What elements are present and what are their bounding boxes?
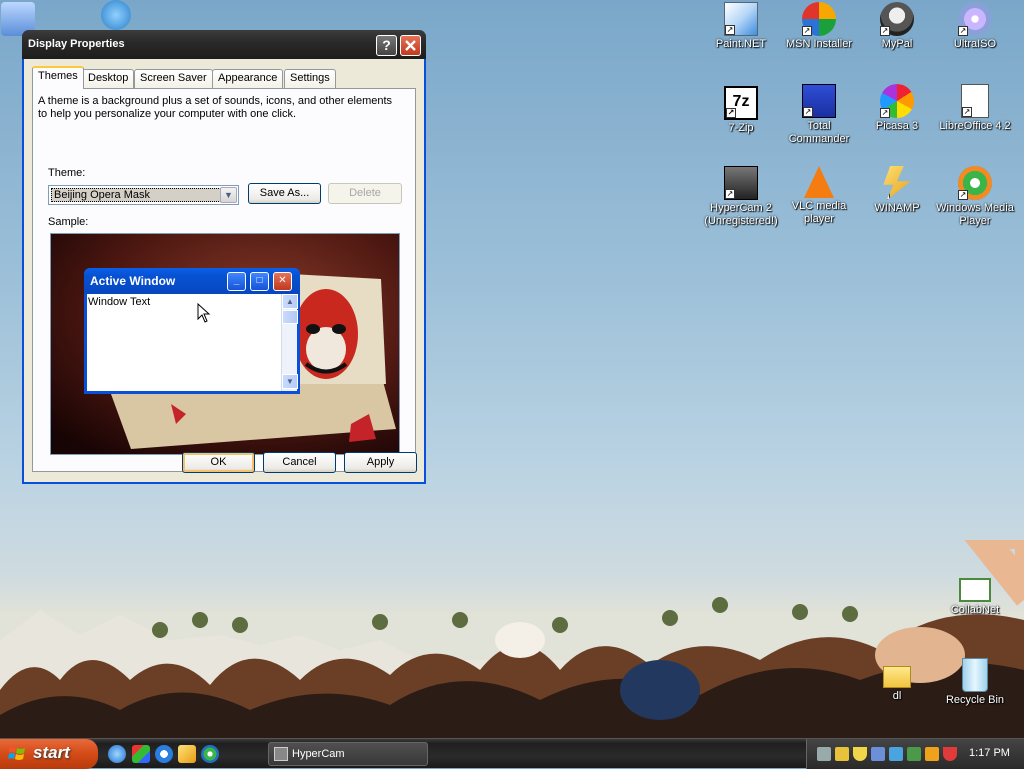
dialog-body: Themes Desktop Screen Saver Appearance S…: [24, 59, 424, 482]
sample-window-title: Active Window: [90, 274, 176, 288]
windows-logo-icon: [8, 747, 25, 760]
desktop-icon-msn-installer[interactable]: ↗ MSN Installer: [779, 2, 859, 51]
ie-blue-icon[interactable]: [155, 745, 173, 763]
delete-button[interactable]: Delete: [328, 183, 402, 204]
sample-label: Sample:: [48, 216, 89, 228]
dropdown-arrow-icon[interactable]: ▼: [220, 187, 237, 203]
winamp-tray-icon[interactable]: [925, 747, 939, 761]
sample-active-window: Active Window _ □ ✕ Window Text ▲ ▼: [84, 268, 300, 394]
key-tray-icon[interactable]: [835, 747, 849, 761]
collabnet-icon: [959, 578, 991, 602]
theme-selected-value: Beijing Opera Mask: [51, 188, 221, 202]
total-commander-icon: ↗: [802, 84, 836, 118]
desktop-icon-libreoffice[interactable]: ↗ LibreOffice 4.2: [935, 84, 1015, 133]
wmp-icon: ↗: [958, 166, 992, 200]
desktop-icon-hypercam[interactable]: ↗ HyperCam 2 (Unregistered!): [701, 166, 781, 228]
hypercam-icon: ↗: [724, 166, 758, 200]
tab-appearance[interactable]: Appearance: [212, 69, 284, 88]
desktop-icon-wmp[interactable]: ↗ Windows Media Player: [935, 166, 1015, 228]
tab-settings[interactable]: Settings: [284, 69, 336, 88]
internet-explorer-icon[interactable]: [108, 745, 126, 763]
display-tray-icon[interactable]: [889, 747, 903, 761]
theme-select[interactable]: Beijing Opera Mask ▼: [48, 185, 239, 205]
desktop-icon-7zip[interactable]: 7z ↗ 7-Zip: [701, 86, 781, 135]
msn-icon: ↗: [802, 2, 836, 36]
winamp-quicklaunch-icon[interactable]: [178, 745, 196, 763]
taskbar: start HyperCam 1:17 PM: [0, 738, 1024, 769]
monitor-tray-icon[interactable]: [871, 747, 885, 761]
desktop-icon-collabnet[interactable]: CollabNet: [935, 578, 1015, 617]
wallpaper-crowd: [0, 540, 1024, 740]
hypercam-task-icon: [274, 747, 288, 761]
sample-title-bar: Active Window _ □ ✕: [84, 268, 300, 294]
help-button[interactable]: ?: [376, 35, 397, 56]
connection-tray-icon[interactable]: [907, 747, 921, 761]
start-button[interactable]: start: [0, 739, 98, 769]
ok-button[interactable]: OK: [182, 452, 255, 473]
folder-icon: [883, 666, 911, 688]
scroll-thumb: [282, 310, 298, 324]
start-label: start: [33, 743, 70, 762]
cancel-button[interactable]: Cancel: [263, 452, 336, 473]
desktop-icon-recycle-bin[interactable]: Recycle Bin: [935, 658, 1015, 707]
winamp-icon: ↗: [883, 166, 911, 200]
picasa-icon: ↗: [880, 84, 914, 118]
window-title: Display Properties: [28, 38, 125, 50]
close-button[interactable]: [400, 35, 421, 56]
clock: 1:17 PM: [969, 747, 1010, 759]
theme-description: A theme is a background plus a set of so…: [38, 95, 393, 120]
desktop-icon-winamp[interactable]: ↗ WINAMP: [857, 166, 937, 215]
sample-scrollbar: ▲ ▼: [281, 294, 298, 391]
theme-sample-preview: Active Window _ □ ✕ Window Text ▲ ▼: [50, 233, 400, 455]
media-player-quicklaunch-icon[interactable]: [201, 745, 219, 763]
paint-icon[interactable]: [132, 745, 150, 763]
taskbar-item-hypercam[interactable]: HyperCam: [268, 742, 428, 766]
7zip-icon: 7z ↗: [724, 86, 758, 120]
security-tray-icon[interactable]: [943, 747, 957, 761]
system-tray: 1:17 PM: [806, 739, 1024, 769]
vlc-icon: [804, 166, 834, 198]
sample-window-text: Window Text: [88, 296, 151, 308]
desktop-icon-vlc[interactable]: VLC media player: [779, 166, 859, 226]
tab-desktop[interactable]: Desktop: [82, 69, 135, 88]
recycle-bin-icon: [962, 658, 988, 692]
title-bar[interactable]: Display Properties ?: [22, 30, 426, 59]
desktop-icon-total-commander[interactable]: ↗ Total Commander: [779, 84, 859, 146]
desktop-icon-picasa[interactable]: ↗ Picasa 3: [857, 84, 937, 133]
save-as-button[interactable]: Save As...: [248, 183, 321, 204]
close-icon: ✕: [273, 272, 292, 291]
mouse-cursor-icon: [197, 303, 211, 323]
scroll-up-icon: ▲: [282, 294, 298, 309]
shield-tray-icon[interactable]: [853, 747, 867, 761]
network-icon: [101, 0, 131, 30]
desktop-icon-mypal[interactable]: ↗ MyPal: [857, 2, 937, 51]
ultraiso-icon: ↗: [958, 2, 992, 36]
close-icon: [405, 40, 416, 51]
scroll-down-icon: ▼: [282, 374, 298, 389]
desktop-icon-network[interactable]: [76, 0, 156, 32]
network-tray-icon[interactable]: [817, 747, 831, 761]
minimize-icon: _: [227, 272, 246, 291]
sample-window-body: Window Text ▲ ▼: [87, 294, 298, 391]
desktop-icon-dl[interactable]: dl: [857, 660, 937, 703]
desktop-icon-ultraiso[interactable]: ↗ UltraISO: [935, 2, 1015, 51]
mypal-icon: ↗: [880, 2, 914, 36]
libreoffice-icon: ↗: [961, 84, 989, 118]
theme-label: Theme:: [48, 167, 86, 179]
apply-button[interactable]: Apply: [344, 452, 417, 473]
maximize-icon: □: [250, 272, 269, 291]
task-label: HyperCam: [292, 748, 345, 760]
tab-themes[interactable]: Themes: [32, 66, 84, 89]
tab-screen-saver[interactable]: Screen Saver: [134, 69, 213, 88]
paintnet-icon: ↗: [724, 2, 758, 36]
desktop-icon-paintnet[interactable]: ↗ Paint.NET: [701, 2, 781, 51]
display-properties-window: Display Properties ? Themes Desktop Scre…: [22, 30, 426, 484]
